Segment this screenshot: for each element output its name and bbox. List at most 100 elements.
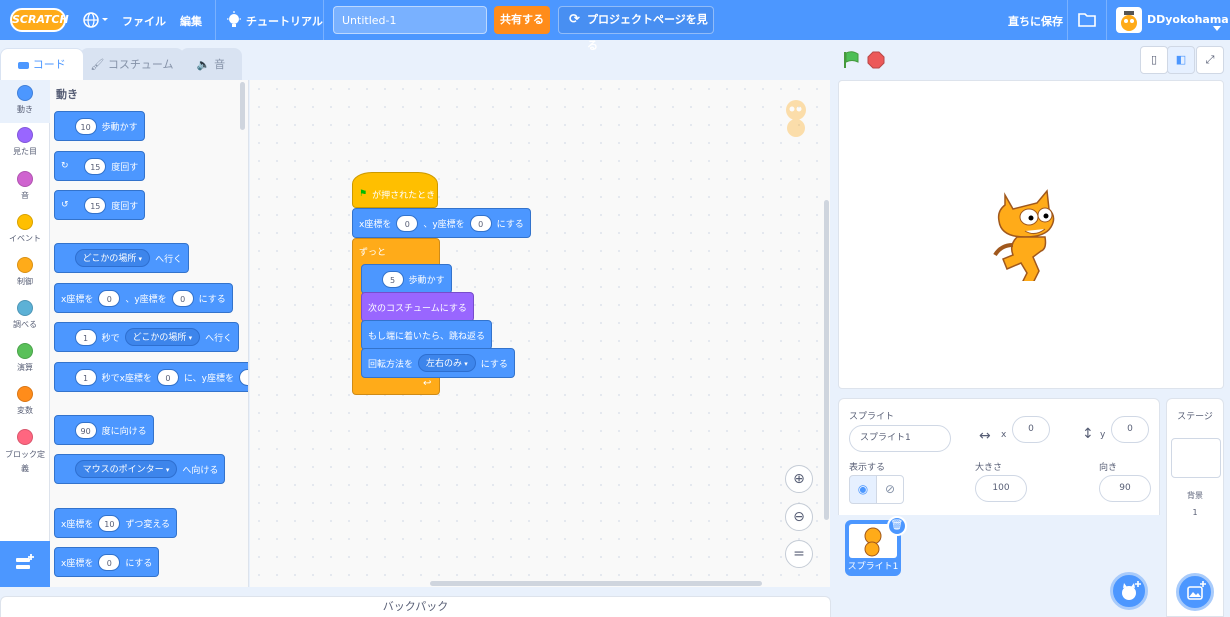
category-motion[interactable]: 動き [0,80,50,123]
block-dropdown[interactable]: どこかの場所 [124,328,201,346]
workspace-v-scrollbar[interactable] [824,200,829,520]
block-glide-to[interactable]: 1 秒でどこかの場所へ行く [54,322,240,352]
zoom-in-button[interactable]: ⊕ [785,465,813,493]
block-text: にする [125,558,153,569]
menu-tutorial[interactable]: チュートリアル [246,13,323,29]
block-dropdown[interactable]: どこかの場所 [74,249,151,267]
y-position-input[interactable]: 0 [1111,416,1149,443]
tab-costume[interactable]: 🖌 コスチューム [80,48,184,80]
script-bounce-block[interactable]: もし端に着いたら、跳ね返る [361,320,493,350]
block-move-steps[interactable]: 10 歩動かす [54,111,145,141]
zoom-reset-button[interactable]: = [785,540,813,568]
block-input[interactable]: 0 [98,553,121,571]
block-input[interactable]: 1 [74,328,97,346]
script-rotation-style-block[interactable]: 回転方法を左右のみにする [361,348,515,378]
block-input[interactable]: 0 [98,289,121,307]
block-glide-xy[interactable]: 1 秒でx座標を 0 に、y座標を 0 [54,362,248,392]
save-now-button[interactable]: 直ちに保存 [1008,13,1063,29]
tab-sound[interactable]: 🔈 音 [180,48,242,80]
backdrop-thumbnail[interactable] [1171,438,1221,478]
block-input[interactable]: 0 [469,214,492,232]
script-goto-xy-block[interactable]: x座標を 0 、y座標を 0 にする [352,208,531,238]
globe-icon[interactable] [82,11,110,29]
block-text: 歩動かす [408,275,445,286]
block-input[interactable]: 10 [74,117,97,135]
workspace-h-scrollbar[interactable] [430,581,762,586]
show-hidden-button[interactable]: ⊘ [876,475,904,504]
rotate-right-icon: ↻ [61,161,69,171]
category-control[interactable]: 制御 [0,257,50,287]
category-label: 見た目 [13,147,37,156]
block-turn-right[interactable]: ↻ 15 度回す [54,151,146,181]
show-visible-button[interactable]: ◉ [849,475,877,504]
stage-selector-pane[interactable]: ステージ 背景 1 [1166,398,1224,617]
block-point-direction[interactable]: 90 度に向ける [54,415,154,445]
project-page-button[interactable]: ⟳ プロジェクトページを見る [558,6,714,52]
block-input[interactable]: 15 [84,196,107,214]
sprite-name-input[interactable]: スプライト1 [849,425,951,452]
image-add-icon [1187,581,1206,600]
avatar[interactable] [1116,7,1142,33]
block-input[interactable]: 90 [74,421,97,439]
when-flag-clicked-block[interactable]: ⚑ が押されたとき [352,172,438,208]
menu-edit[interactable]: 編集 [180,13,202,29]
size-input[interactable]: 100 [975,475,1027,502]
block-dropdown[interactable]: マウスのポインター [74,460,178,478]
palette-heading: 動き [56,88,78,101]
block-input[interactable]: 0 [238,368,248,386]
direction-input[interactable]: 90 [1099,475,1151,502]
block-goto[interactable]: どこかの場所へ行く [54,243,190,273]
category-operators[interactable]: 演算 [0,343,50,373]
category-events[interactable]: イベント [0,214,50,244]
category-sound[interactable]: 音 [0,171,50,201]
block-input[interactable]: 0 [171,289,194,307]
large-stage-button[interactable]: ◧ [1167,46,1195,74]
block-dropdown[interactable]: 左右のみ [418,354,476,372]
category-sensing[interactable]: 調べる [0,300,50,330]
code-workspace[interactable]: ⚑ が押されたとき x座標を 0 、y座標を 0 にする ずっと ↩ 5 歩動かす 次のコス… [250,80,830,587]
zoom-out-button[interactable]: ⊖ [785,503,813,531]
block-text: x座標を [61,558,94,569]
add-backdrop-button[interactable] [1176,573,1214,611]
category-looks[interactable]: 見た目 [0,127,50,157]
backpack[interactable]: バックパック [0,596,831,617]
block-input[interactable]: 10 [98,514,121,532]
small-stage-button[interactable]: ▯ [1140,46,1168,74]
trash-icon[interactable]: 🗑 [887,516,907,536]
script-move-block[interactable]: 5 歩動かす [361,264,452,294]
menu-bar: SCRATCH ファイル 編集 チュートリアル 共有する ⟳ プロジェクトページ… [0,0,1230,52]
block-input[interactable]: 5 [381,270,404,288]
fullscreen-icon: ⤢ [1205,53,1215,66]
x-position-input[interactable]: 0 [1012,416,1050,443]
share-button[interactable]: 共有する [494,6,550,34]
block-point-towards[interactable]: マウスのポインターへ向ける [54,454,226,484]
stage-canvas[interactable] [838,80,1224,389]
category-dot [17,343,33,359]
green-flag-button[interactable] [842,51,860,69]
loop-arrow-icon: ↩ [423,378,432,389]
category-variables[interactable]: 変数 [0,386,50,416]
fullscreen-button[interactable]: ⤢ [1196,46,1224,74]
block-goto-xy[interactable]: x座標を 0 、y座標を 0 にする [54,283,233,313]
block-text: が押されたとき [372,190,436,201]
palette-scrollbar[interactable] [240,82,245,130]
block-input[interactable]: 0 [156,368,179,386]
block-input[interactable]: 1 [74,368,97,386]
project-title-input[interactable] [333,6,487,34]
add-sprite-button[interactable] [1110,572,1148,610]
block-set-x[interactable]: x座標を 0 にする [54,547,160,577]
chevron-down-icon[interactable] [1213,17,1221,31]
block-turn-left[interactable]: ↺ 15 度回す [54,190,146,220]
block-change-x[interactable]: x座標を 10 ずつ変える [54,508,178,538]
block-input[interactable]: 0 [396,214,419,232]
tab-code[interactable]: コード [0,48,84,80]
add-extension-button[interactable] [0,541,50,587]
category-my-blocks[interactable]: ブロック定義 [0,429,50,476]
scratch-logo[interactable]: SCRATCH [10,8,69,32]
menu-file[interactable]: ファイル [122,13,166,29]
stop-button[interactable] [867,51,885,69]
folder-icon[interactable] [1078,12,1096,27]
script-next-costume-block[interactable]: 次のコスチュームにする [361,292,474,322]
cat-sprite[interactable] [991,189,1071,288]
block-input[interactable]: 15 [84,157,107,175]
